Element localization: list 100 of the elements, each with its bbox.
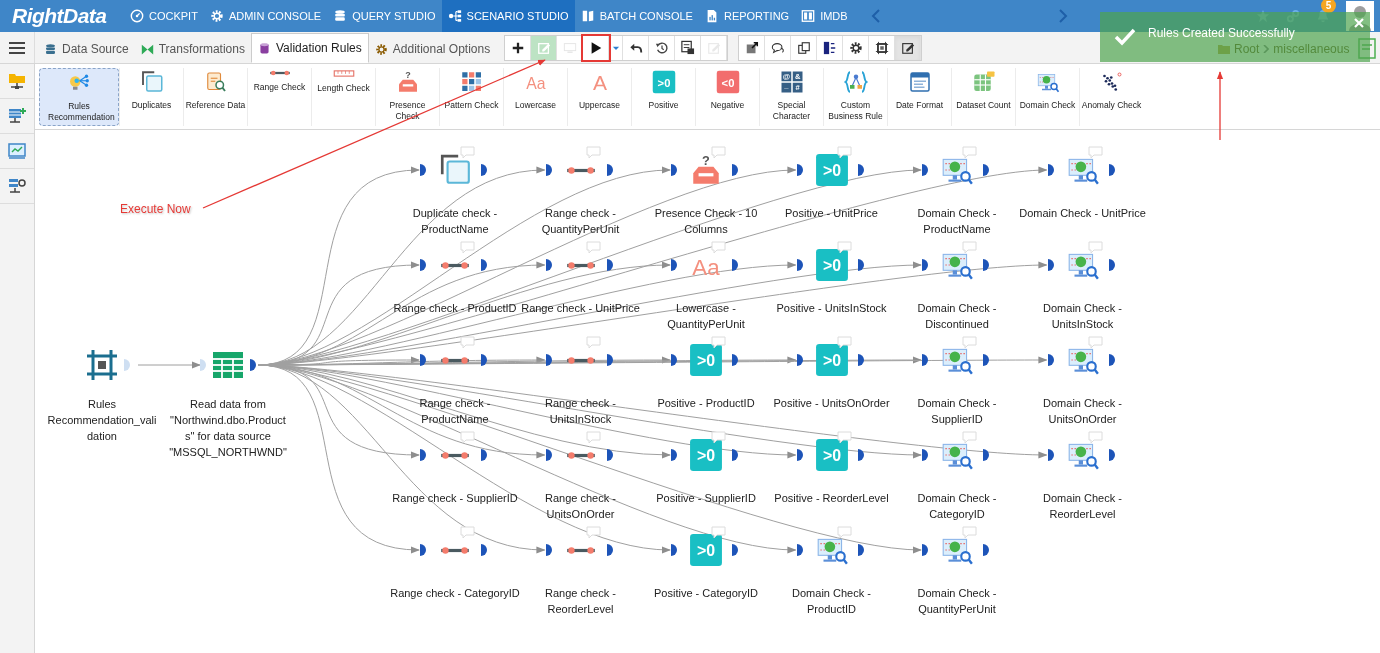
chevron-right-icon[interactable] xyxy=(1056,8,1069,24)
rule-palette-item[interactable]: Dataset Count xyxy=(951,68,1015,126)
connector-port xyxy=(606,449,614,461)
comment-icon[interactable] xyxy=(460,146,475,159)
comment-icon[interactable] xyxy=(585,146,601,159)
network-settings-icon[interactable] xyxy=(7,176,27,196)
rule-palette-item[interactable]: Range Check xyxy=(247,68,311,126)
comment-icon[interactable] xyxy=(460,431,475,444)
positive-badge-icon: >0 xyxy=(814,153,849,187)
comment-icon[interactable] xyxy=(1087,336,1103,349)
rule-palette-item[interactable]: Custom Business Rule xyxy=(823,68,887,126)
connector-port xyxy=(983,259,990,271)
logo[interactable]: RightData xyxy=(0,0,118,32)
comment-icon[interactable] xyxy=(962,526,977,539)
comment-icon[interactable] xyxy=(711,431,726,444)
comment-icon[interactable] xyxy=(962,241,977,254)
connector-port xyxy=(922,354,929,366)
connector-port xyxy=(983,164,990,176)
comment-icon[interactable] xyxy=(1087,431,1103,444)
connector-port xyxy=(857,259,865,271)
connector-port xyxy=(857,449,865,461)
comment-icon[interactable] xyxy=(836,526,852,539)
comment-icon[interactable] xyxy=(962,146,977,159)
toolbar-button[interactable] xyxy=(583,35,610,60)
connector-port xyxy=(545,544,553,556)
comment-icon[interactable] xyxy=(460,526,475,539)
database-icon xyxy=(333,9,348,23)
annotation-arrow xyxy=(1216,71,1224,141)
connector-port xyxy=(796,259,804,271)
comment-icon[interactable] xyxy=(585,431,601,444)
rule-palette-item[interactable]: @ & _ # Special Character xyxy=(759,68,823,126)
rule-palette-item[interactable]: Domain Check xyxy=(1015,68,1079,126)
connector-port xyxy=(671,354,678,366)
tab[interactable]: Transformations xyxy=(134,35,251,63)
comment-icon[interactable] xyxy=(585,241,601,254)
tab[interactable]: Validation Rules xyxy=(250,33,369,63)
connector-port xyxy=(732,449,739,461)
node-label: Positive - UnitPrice xyxy=(784,206,879,221)
nav-tab[interactable]: COCKPIT xyxy=(124,0,204,32)
comment-icon[interactable] xyxy=(711,526,726,539)
nav-tab[interactable]: ADMIN CONSOLE xyxy=(203,0,328,32)
comment-icon[interactable] xyxy=(1087,241,1103,254)
connector-port xyxy=(671,164,678,176)
nav-tab[interactable]: QUERY STUDIO xyxy=(327,0,442,32)
node-label: Duplicate check - ProductName xyxy=(411,206,499,237)
comment-icon[interactable] xyxy=(1087,146,1103,159)
menu-icon[interactable] xyxy=(9,40,25,55)
rule-palette-item[interactable]: Duplicates xyxy=(119,68,183,126)
positive-badge-icon: >0 xyxy=(814,438,849,472)
chart-screen-icon[interactable] xyxy=(7,141,27,161)
tab[interactable]: Data Source xyxy=(38,35,135,63)
node-label: Presence Check - 10 Columns xyxy=(653,206,759,237)
duplicate-squares-icon xyxy=(438,153,472,187)
expand-arrow-icon xyxy=(744,40,759,55)
tab[interactable]: Additional Options xyxy=(368,35,497,63)
comment-icon[interactable] xyxy=(711,336,726,349)
comment-icon[interactable] xyxy=(585,336,601,349)
node-label: Positive - CategoryID xyxy=(653,586,759,601)
rule-palette-item[interactable]: Date Format xyxy=(887,68,951,126)
comment-icon[interactable] xyxy=(836,336,852,349)
comment-icon[interactable] xyxy=(460,336,475,349)
comment-icon[interactable] xyxy=(836,431,852,444)
toolbar-button[interactable] xyxy=(895,35,922,60)
connector-port xyxy=(481,354,488,366)
connector-port xyxy=(606,544,614,556)
chevron-left-icon[interactable] xyxy=(869,8,882,24)
rule-palette-item[interactable]: Rules Recommendation xyxy=(39,68,119,126)
close-icon[interactable] xyxy=(1354,18,1364,28)
folder-network-icon[interactable] xyxy=(7,71,27,91)
rule-palette-item[interactable]: Anomaly Check xyxy=(1079,68,1143,126)
rule-palette-item[interactable]: Reference Data xyxy=(183,68,247,126)
comment-icon[interactable] xyxy=(711,241,726,254)
rule-palette-item[interactable]: >0 Positive xyxy=(631,68,695,126)
comment-icon[interactable] xyxy=(836,241,852,254)
rule-palette-item[interactable]: A Uppercase xyxy=(567,68,631,126)
comment-icon[interactable] xyxy=(962,336,977,349)
comment-icon[interactable] xyxy=(836,146,852,159)
connector-port xyxy=(983,354,990,366)
comment-icon[interactable] xyxy=(711,146,726,159)
node-label: Positive - UnitsInStock xyxy=(775,301,888,316)
nav-tab[interactable]: SCENARIO STUDIO xyxy=(441,0,575,32)
rule-palette-item[interactable]: Length Check xyxy=(311,68,375,126)
nav-tab[interactable]: IMDB xyxy=(795,0,854,32)
rule-palette-item[interactable]: <0 Negative xyxy=(695,68,759,126)
connector-port xyxy=(796,449,804,461)
rule-palette-item[interactable]: Pattern Check xyxy=(439,68,503,126)
comment-icon[interactable] xyxy=(962,431,977,444)
rule-palette-item[interactable]: Aa Lowercase xyxy=(503,68,567,126)
connector-port xyxy=(983,449,990,461)
positive-badge-icon: >0 xyxy=(689,438,723,472)
connector-port xyxy=(481,164,488,176)
connector-port xyxy=(857,544,865,556)
nav-tab[interactable]: REPORTING xyxy=(698,0,796,32)
table-add-icon[interactable] xyxy=(7,106,27,126)
range-slider-icon xyxy=(438,355,472,365)
comment-icon[interactable] xyxy=(460,241,475,254)
nav-tab[interactable]: BATCH CONSOLE xyxy=(574,0,699,32)
connector-port xyxy=(606,354,614,366)
frame-icon xyxy=(874,40,889,55)
comment-icon[interactable] xyxy=(585,526,601,539)
